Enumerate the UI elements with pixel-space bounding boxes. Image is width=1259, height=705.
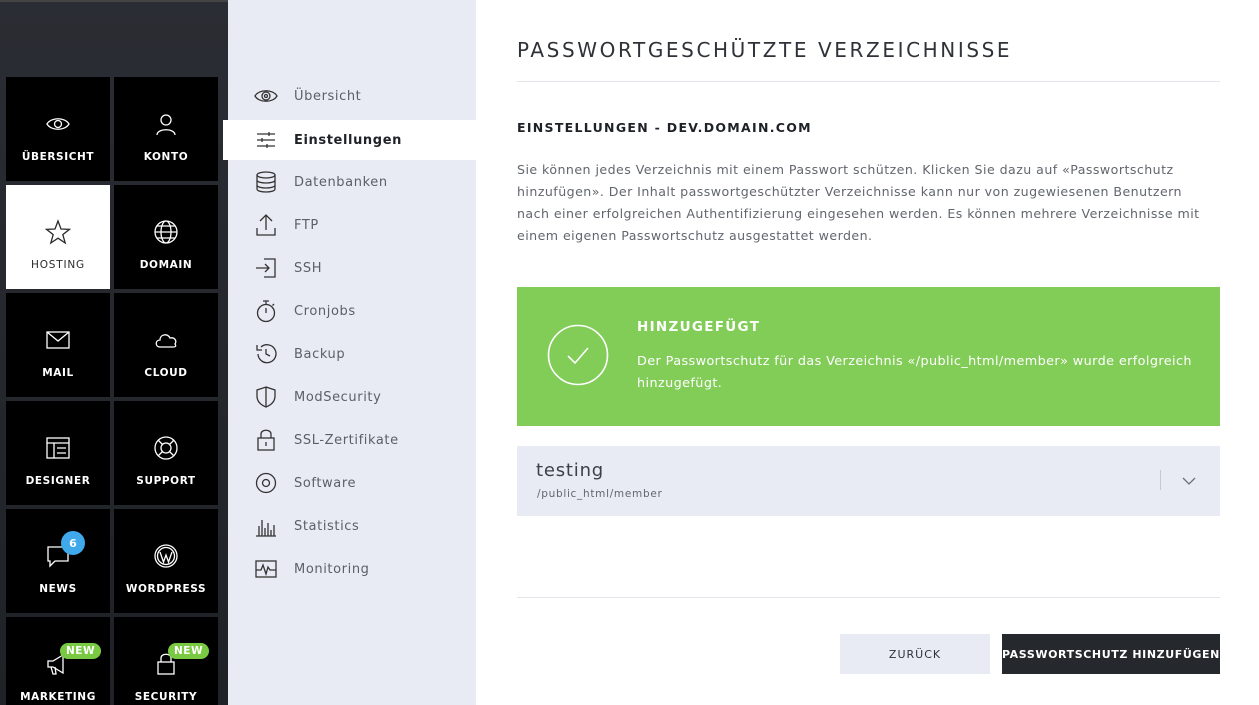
disc-icon (252, 469, 280, 497)
tile-konto[interactable]: KONTO (114, 77, 218, 181)
subnav-item-backup[interactable]: Backup (228, 334, 476, 374)
tile-mail[interactable]: MAIL (6, 293, 110, 397)
section-title: EINSTELLUNGEN - DEV.DOMAIN.COM (517, 120, 812, 135)
subnav-label: Statistics (294, 518, 360, 534)
tile-marketing[interactable]: NEW MARKETING (6, 617, 110, 705)
tile-label: SECURITY (134, 691, 198, 703)
subnav-item-ftp[interactable]: FTP (228, 205, 476, 245)
top-border (0, 0, 228, 2)
directory-path: /public_html/member (537, 488, 663, 500)
check-circle-icon (547, 324, 609, 386)
page-title: PASSWORTGESCHÜTZTE VERZEICHNISSE (517, 38, 1013, 62)
tile-domain[interactable]: DOMAIN (114, 185, 218, 289)
tile-support[interactable]: SUPPORT (114, 401, 218, 505)
database-icon (252, 168, 280, 196)
shield-icon (252, 383, 280, 411)
bar-chart-icon (252, 512, 280, 540)
lifebuoy-icon (114, 435, 218, 463)
subnav-label: FTP (294, 217, 319, 233)
subnav-item-uebersicht[interactable]: Übersicht (228, 76, 476, 116)
upload-icon (252, 211, 280, 239)
tile-label: SUPPORT (136, 475, 196, 487)
new-badge: NEW (168, 643, 210, 659)
subnav-label: ModSecurity (294, 389, 382, 405)
directory-name: testing (536, 460, 605, 481)
tile-label: CLOUD (144, 367, 188, 379)
user-icon (114, 111, 218, 139)
main-content: PASSWORTGESCHÜTZTE VERZEICHNISSE EINSTEL… (476, 0, 1259, 705)
tile-label: HOSTING (31, 259, 85, 271)
tile-label: MAIL (42, 367, 74, 379)
chat-bubble-icon (6, 543, 110, 571)
padlock-icon (252, 426, 280, 454)
tile-security[interactable]: NEW SECURITY (114, 617, 218, 705)
cloud-icon (114, 327, 218, 355)
row-divider (1160, 470, 1161, 490)
subnav-item-ssh[interactable]: SSH (228, 248, 476, 288)
success-alert: HINZUGEFÜGT Der Passwortschutz für das V… (517, 287, 1220, 426)
subnav-label: Einstellungen (294, 132, 402, 148)
tile-designer[interactable]: DESIGNER (6, 401, 110, 505)
subnav-label: Monitoring (294, 561, 370, 577)
login-icon (252, 254, 280, 282)
subnav-label: Backup (294, 346, 346, 362)
tile-news[interactable]: 6 NEWS (6, 509, 110, 613)
subnav-label: Software (294, 475, 357, 491)
subnav-label: SSL-Zertifikate (294, 432, 399, 448)
stopwatch-icon (252, 297, 280, 325)
subnav-item-einstellungen[interactable]: Einstellungen (223, 120, 476, 160)
protected-directory-row[interactable]: testing /public_html/member (517, 446, 1220, 516)
layout-icon (6, 435, 110, 463)
add-password-protection-button[interactable]: PASSWORTSCHUTZ HINZUFÜGEN (1002, 634, 1220, 674)
subnav-label: SSH (294, 260, 323, 276)
alert-message: Der Passwortschutz für das Verzeichnis «… (637, 354, 1192, 391)
globe-icon (114, 219, 218, 247)
tile-label: DOMAIN (139, 259, 193, 271)
eye-icon (6, 111, 110, 139)
subnav-item-ssl[interactable]: SSL-Zertifikate (228, 420, 476, 460)
subnav-item-monitoring[interactable]: Monitoring (228, 549, 476, 589)
chevron-down-icon[interactable] (1181, 473, 1197, 489)
tile-label: MARKETING (20, 691, 96, 703)
tile-cloud[interactable]: CLOUD (114, 293, 218, 397)
tile-hosting[interactable]: HOSTING (6, 185, 110, 289)
tile-uebersicht[interactable]: ÜBERSICHT (6, 77, 110, 181)
new-badge: NEW (60, 643, 102, 659)
news-count-badge: 6 (61, 531, 85, 555)
subnav-label: Übersicht (294, 88, 362, 104)
wordpress-icon (114, 543, 218, 571)
tile-wordpress[interactable]: WORDPRESS (114, 509, 218, 613)
subnav-label: Datenbanken (294, 174, 388, 190)
subnav-item-cronjobs[interactable]: Cronjobs (228, 291, 476, 331)
eye-icon (252, 82, 280, 110)
tile-label: NEWS (39, 583, 77, 595)
subnav-item-datenbanken[interactable]: Datenbanken (228, 162, 476, 202)
back-button[interactable]: ZURÜCK (840, 634, 990, 674)
description-text: Sie können jedes Verzeichnis mit einem P… (517, 162, 1200, 243)
app-window: ÜBERSICHT KONTO HOSTING DOMAIN MAIL CLOU… (0, 0, 1259, 705)
subnav-label: Cronjobs (294, 303, 356, 319)
history-icon (252, 340, 280, 368)
pulse-icon (252, 555, 280, 583)
tile-label: ÜBERSICHT (21, 151, 95, 163)
divider (517, 81, 1220, 82)
alert-title: HINZUGEFÜGT (637, 319, 761, 335)
tile-label: WORDPRESS (125, 583, 207, 595)
star-icon (6, 219, 110, 247)
tile-label: KONTO (143, 151, 189, 163)
hosting-subnav: Übersicht Einstellungen Datenbanken FTP … (223, 0, 476, 705)
main-sidebar: ÜBERSICHT KONTO HOSTING DOMAIN MAIL CLOU… (0, 0, 228, 705)
subnav-item-software[interactable]: Software (228, 463, 476, 503)
sliders-icon (252, 126, 280, 154)
tile-label: DESIGNER (25, 475, 91, 487)
subnav-item-statistics[interactable]: Statistics (228, 506, 476, 546)
envelope-icon (6, 327, 110, 355)
subnav-item-modsecurity[interactable]: ModSecurity (228, 377, 476, 417)
divider (517, 597, 1220, 598)
